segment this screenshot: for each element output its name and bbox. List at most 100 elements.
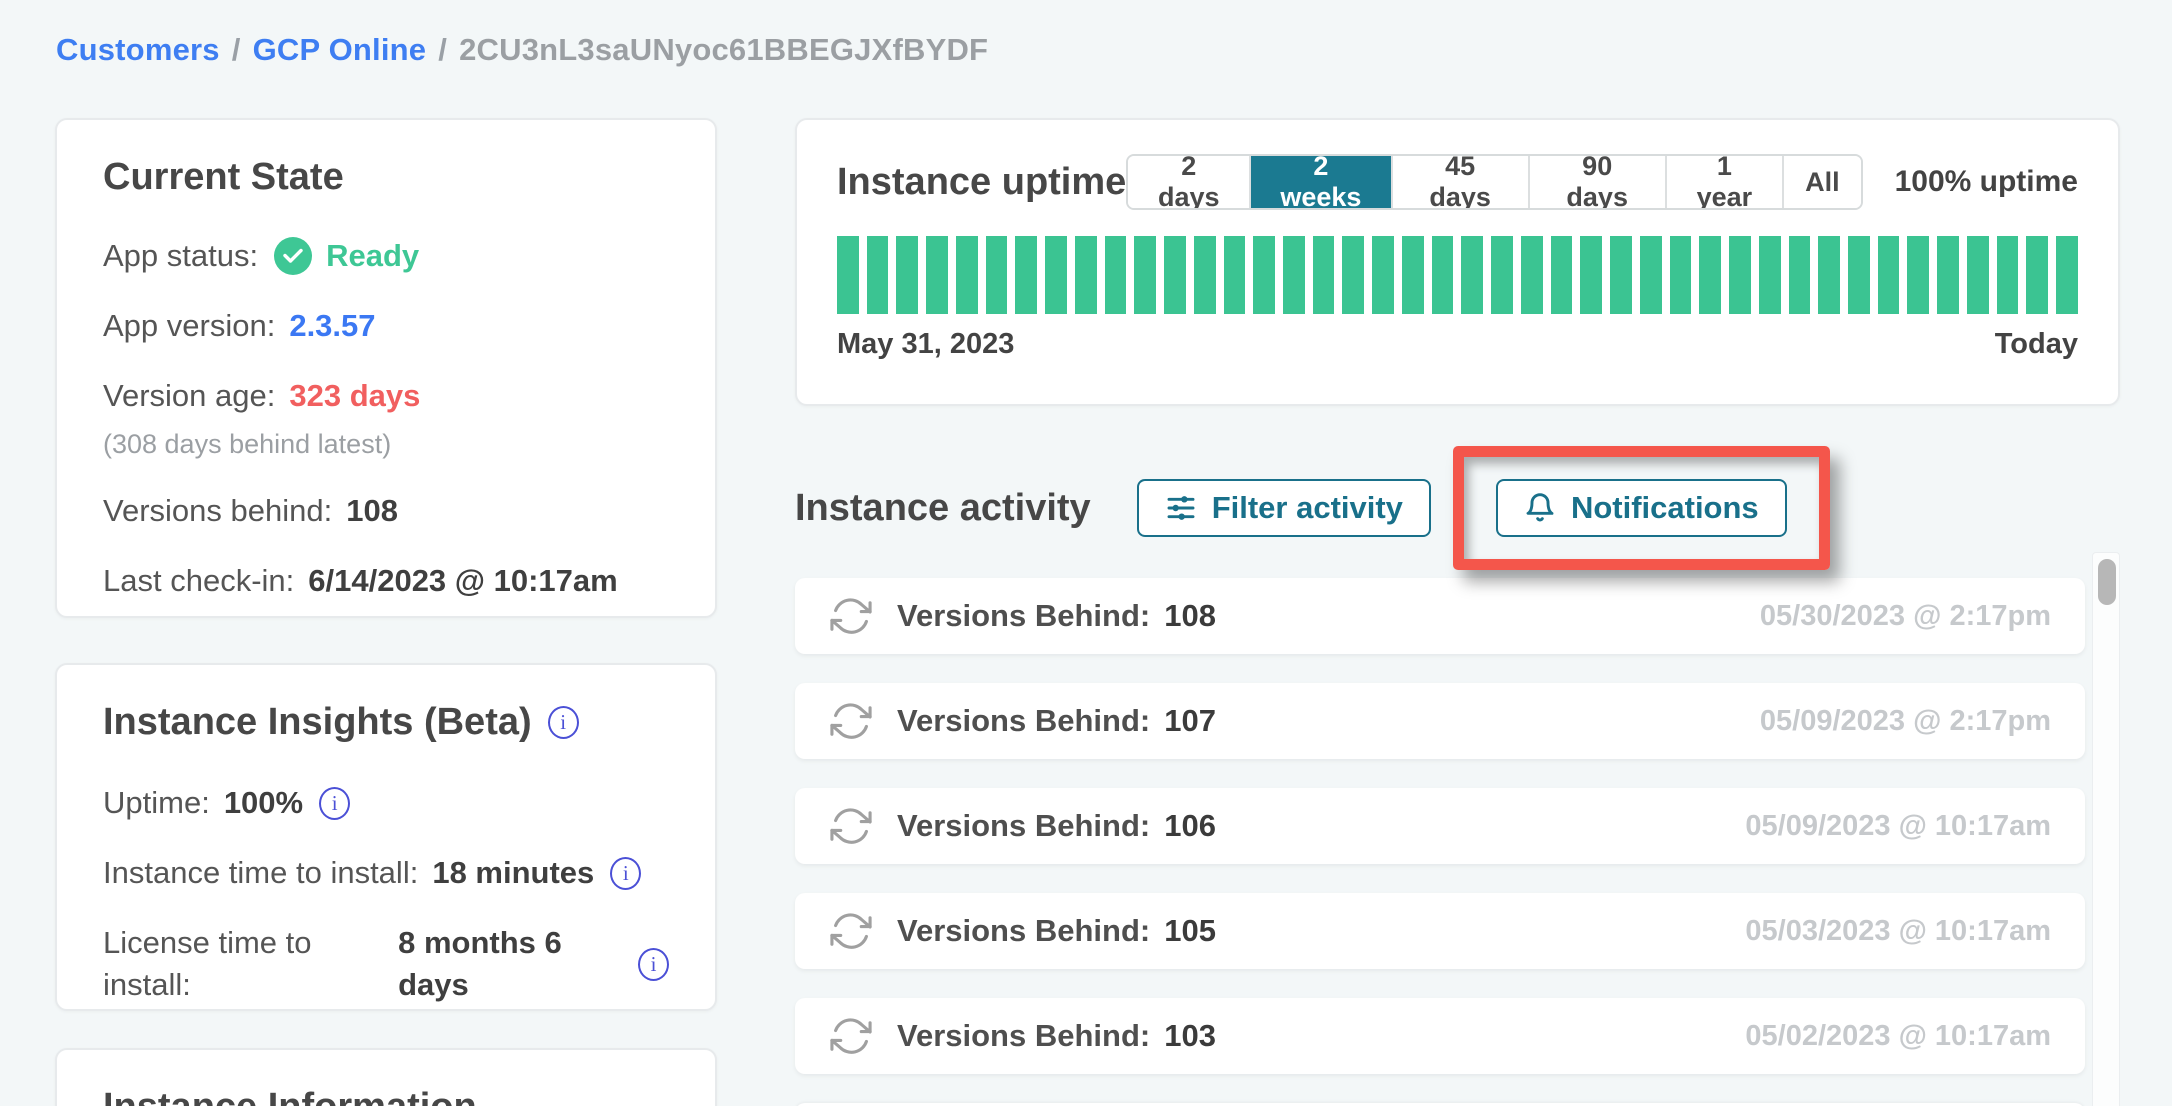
uptime-range-tab[interactable]: 2 days <box>1128 156 1251 208</box>
field-value: 6/14/2023 @ 10:17am <box>308 560 617 602</box>
uptime-end-label: Today <box>1995 328 2078 361</box>
field-value: 18 minutes <box>432 852 594 894</box>
info-icon[interactable]: i <box>548 706 579 739</box>
field-row: Last check-in: 6/14/2023 @ 10:17am <box>103 560 669 602</box>
breadcrumb-link[interactable]: Customers <box>56 32 220 67</box>
uptime-range-tab[interactable]: 45 days <box>1393 156 1530 208</box>
uptime-start-label: May 31, 2023 <box>837 328 1014 361</box>
uptime-bar <box>1640 236 1662 314</box>
field-row: Instance time to install: 18 minutes i <box>103 852 669 894</box>
activity-header: Instance activity Filter activity <box>795 446 2120 570</box>
breadcrumb-separator: / <box>232 32 241 67</box>
refresh-icon <box>829 1014 873 1058</box>
activity-row-timestamp: 05/30/2023 @ 2:17pm <box>1760 600 2051 633</box>
activity-row-timestamp: 05/02/2023 @ 10:17am <box>1745 1020 2051 1053</box>
refresh-icon <box>829 699 873 743</box>
highlight-annotation: Notifications <box>1453 446 1830 570</box>
field-row: Uptime:100%i <box>103 782 669 824</box>
info-icon[interactable]: i <box>319 787 350 820</box>
right-column: Instance uptime 2 days2 weeks45 days90 d… <box>795 118 2120 1106</box>
refresh-icon <box>829 594 873 638</box>
field-note: (308 days behind latest) <box>103 429 669 460</box>
instance-insights-title: Instance Insights (Beta) i <box>103 701 669 744</box>
uptime-bar <box>1759 236 1781 314</box>
uptime-bar <box>956 236 978 314</box>
uptime-bar <box>1105 236 1127 314</box>
uptime-bar <box>1313 236 1335 314</box>
uptime-bar <box>1670 236 1692 314</box>
uptime-bar <box>1283 236 1305 314</box>
breadcrumb-link[interactable]: GCP Online <box>253 32 427 67</box>
instance-information-title: Instance Information <box>103 1086 669 1106</box>
scrollbar-thumb[interactable] <box>2098 559 2116 605</box>
uptime-bar <box>896 236 918 314</box>
field-value: 2.3.57 <box>289 305 375 347</box>
uptime-percentage-label: 100% uptime <box>1895 165 2078 199</box>
field-row: App status:Ready <box>103 235 669 277</box>
refresh-icon <box>829 804 873 848</box>
uptime-bar <box>1818 236 1840 314</box>
filter-activity-button[interactable]: Filter activity <box>1137 479 1431 537</box>
activity-row-value: 107 <box>1164 703 1216 739</box>
uptime-bar <box>1699 236 1721 314</box>
uptime-bar <box>1878 236 1900 314</box>
uptime-bar <box>986 236 1008 314</box>
uptime-bar <box>1997 236 2019 314</box>
uptime-bar <box>1967 236 1989 314</box>
uptime-bar <box>1253 236 1275 314</box>
uptime-range-tab[interactable]: 2 weeks <box>1251 156 1392 208</box>
uptime-bar <box>1134 236 1156 314</box>
field-row: App version: 2.3.57 <box>103 305 669 347</box>
field-label: App version: <box>103 305 275 347</box>
uptime-header: Instance uptime 2 days2 weeks45 days90 d… <box>837 154 2078 210</box>
activity-title: Instance activity <box>795 487 1091 530</box>
activity-scrollbar[interactable] <box>2092 552 2120 1106</box>
current-state-fields: App status:Ready App version: 2.3.57 Versio… <box>103 235 669 602</box>
field-label: Versions behind: <box>103 490 332 532</box>
uptime-bar <box>1580 236 1602 314</box>
uptime-bar <box>867 236 889 314</box>
breadcrumb: Customers/GCP Online/2CU3nL3saUNyoc61BBE… <box>56 32 988 68</box>
uptime-bar <box>1075 236 1097 314</box>
field-value: Ready <box>326 235 419 277</box>
instance-detail-page: Customers/GCP Online/2CU3nL3saUNyoc61BBE… <box>0 0 2172 1106</box>
uptime-range-tab[interactable]: All <box>1784 156 1861 208</box>
uptime-bar <box>1045 236 1067 314</box>
info-icon[interactable]: i <box>638 948 669 981</box>
activity-row-value: 106 <box>1164 808 1216 844</box>
activity-row-value: 103 <box>1164 1018 1216 1054</box>
activity-row: Versions Behind:10705/09/2023 @ 2:17pm <box>795 683 2085 759</box>
instance-information-card: Instance Information <box>55 1048 717 1106</box>
uptime-bar <box>1907 236 1929 314</box>
instance-insights-fields: Uptime:100%i Instance time to install: 18 … <box>103 782 669 1006</box>
activity-list: Versions Behind: 108 05/30/2023 @ 2:17pm Ve… <box>795 578 2085 1106</box>
uptime-range-tab[interactable]: 90 days <box>1530 156 1667 208</box>
field-value: 8 months 6 days <box>398 922 622 1006</box>
breadcrumb-separator: / <box>438 32 447 67</box>
field-label: Last check-in: <box>103 560 294 602</box>
notifications-button[interactable]: Notifications <box>1496 479 1787 537</box>
uptime-bar <box>1342 236 1364 314</box>
activity-row-label: Versions Behind: <box>897 808 1150 844</box>
uptime-bar <box>1848 236 1870 314</box>
uptime-bar-chart <box>837 236 2078 314</box>
sliders-icon <box>1165 492 1197 524</box>
left-column: Current State App status:ReadyApp versio… <box>55 118 717 1106</box>
instance-insights-card: Instance Insights (Beta) i Uptime:100%i I… <box>55 663 717 1011</box>
current-state-card: Current State App status:ReadyApp versio… <box>55 118 717 618</box>
field-label: Uptime: <box>103 782 210 824</box>
field-row: Versions behind:108 <box>103 490 669 532</box>
uptime-range-tabs: 2 days2 weeks45 days90 days1 yearAll <box>1126 154 1862 210</box>
activity-row-value: 108 <box>1164 598 1216 634</box>
field-label: License time to install: <box>103 922 384 1006</box>
field-label: Instance time to install: <box>103 852 418 894</box>
uptime-bar <box>1194 236 1216 314</box>
uptime-bar <box>1521 236 1543 314</box>
info-icon[interactable]: i <box>610 857 641 890</box>
activity-row-label: Versions Behind: <box>897 598 1150 634</box>
uptime-bar <box>1551 236 1573 314</box>
uptime-title: Instance uptime <box>837 161 1126 204</box>
uptime-range-tab[interactable]: 1 year <box>1667 156 1784 208</box>
notifications-label: Notifications <box>1571 490 1759 526</box>
activity-row-value: 105 <box>1164 913 1216 949</box>
